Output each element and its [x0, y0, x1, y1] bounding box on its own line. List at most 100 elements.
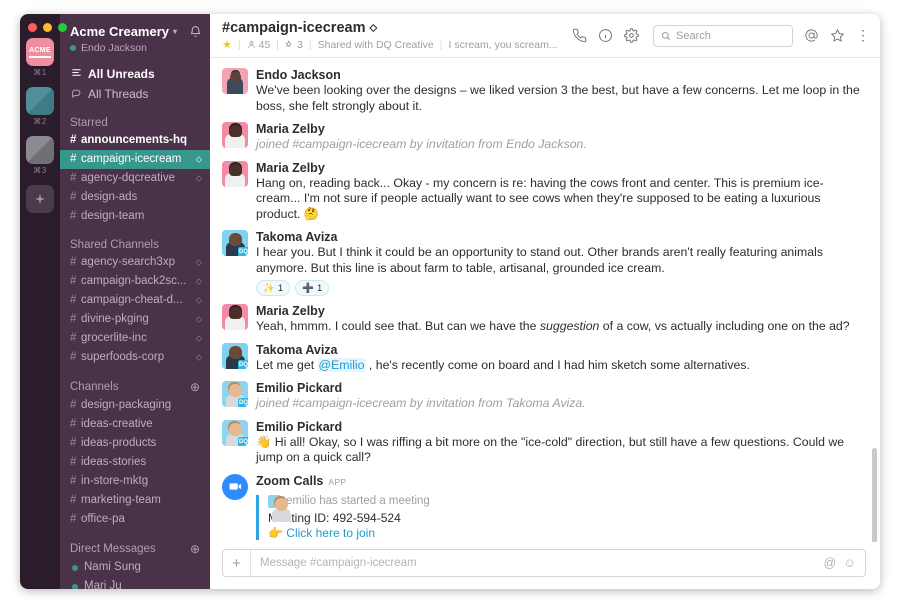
- page-title[interactable]: #campaign-icecream ⬦: [222, 20, 561, 36]
- reaction-chip[interactable]: ✨ 1: [256, 280, 291, 296]
- sidebar-channel-agency-search3xp[interactable]: # agency-search3xp ⬦: [60, 253, 210, 272]
- group-header[interactable]: Channels ⊕: [60, 380, 210, 396]
- message-author[interactable]: Emilio Pickard: [256, 420, 862, 435]
- message-author[interactable]: Endo Jackson: [256, 68, 862, 83]
- emoji-icon[interactable]: ☺: [843, 556, 856, 570]
- mentions-icon[interactable]: [804, 28, 819, 43]
- sidebar-dm-nami-sung[interactable]: Nami Sung: [60, 558, 210, 577]
- channel-name: design-packaging: [81, 399, 172, 411]
- join-meeting-link[interactable]: 👉 Click here to join: [268, 526, 862, 540]
- message-author[interactable]: Maria Zelby: [256, 122, 862, 137]
- more-options-icon[interactable]: ⋮: [856, 27, 870, 44]
- workspace-logo-3[interactable]: [26, 136, 54, 164]
- call-icon[interactable]: [572, 28, 587, 43]
- person-icon: [247, 40, 255, 48]
- team-header[interactable]: Acme Creamery ▾ Endo Jackson: [60, 20, 210, 54]
- workspace-logo-2[interactable]: [26, 87, 54, 115]
- message-author[interactable]: Zoom Calls APP: [256, 474, 862, 490]
- sidebar-channel-campaign-cheat-d[interactable]: # campaign-cheat-d... ⬦: [60, 291, 210, 310]
- message-input[interactable]: Message #campaign-icecream: [251, 557, 824, 569]
- starred-items-icon[interactable]: [830, 28, 845, 43]
- avatar[interactable]: DQ: [222, 230, 248, 256]
- sidebar-channel-marketing-team[interactable]: # marketing-team: [60, 491, 210, 510]
- message-author[interactable]: Takoma Aviza: [256, 343, 862, 358]
- avatar[interactable]: DQ: [222, 342, 248, 369]
- sidebar-channel-agency-dqcreative[interactable]: # agency-dqcreative ⬦: [60, 169, 210, 188]
- reaction-chip[interactable]: ➕ 1: [295, 280, 330, 296]
- sidebar-channel-design-packaging[interactable]: # design-packaging: [60, 396, 210, 415]
- user-mention-link[interactable]: @Emilio: [317, 357, 366, 372]
- add-channel-icon[interactable]: ⊕: [190, 380, 200, 394]
- sidebar-channel-office-pa[interactable]: # office-pa: [60, 510, 210, 529]
- add-workspace-button[interactable]: +: [26, 185, 54, 213]
- group-header[interactable]: Starred: [60, 117, 210, 131]
- avatar[interactable]: DQ: [222, 419, 248, 446]
- sidebar-channel-design-team[interactable]: # design-team: [60, 207, 210, 226]
- channel-topic[interactable]: I scream, you scream...: [448, 39, 557, 51]
- message-item: DQ Emilio Pickard 👋 Hi all! Okay, so I w…: [210, 416, 880, 470]
- add-dm-icon[interactable]: ⊕: [190, 542, 200, 556]
- workspace-logo-acme[interactable]: ACME: [26, 38, 54, 66]
- sidebar-channel-superfoods-corp[interactable]: # superfoods-corp ⬦: [60, 348, 210, 367]
- maximize-window-button[interactable]: [58, 23, 67, 32]
- sidebar-item-all-unreads[interactable]: All Unreads: [60, 64, 210, 84]
- avatar[interactable]: [222, 122, 248, 148]
- message-scrollbar[interactable]: [872, 448, 877, 542]
- mention-icon[interactable]: @: [824, 556, 837, 570]
- message-author[interactable]: Maria Zelby: [256, 161, 862, 176]
- star-icon[interactable]: ★: [222, 38, 232, 51]
- info-icon[interactable]: [598, 28, 613, 43]
- join-link-label[interactable]: Click here to join: [286, 526, 375, 540]
- zoom-meeting-attachment: emilio has started a meeting Meeting ID:…: [256, 494, 862, 540]
- current-user-name: Endo Jackson: [81, 42, 147, 54]
- sidebar-item-all-threads[interactable]: All Threads: [60, 84, 210, 104]
- search-input[interactable]: Search: [653, 24, 793, 47]
- message-composer[interactable]: + Message #campaign-icecream @ ☺: [222, 549, 866, 577]
- sidebar-channel-ideas-products[interactable]: # ideas-products: [60, 434, 210, 453]
- current-user[interactable]: Endo Jackson: [70, 42, 189, 54]
- shared-channel-icon: ⬦: [195, 257, 202, 267]
- team-name-button[interactable]: Acme Creamery ▾: [70, 24, 189, 39]
- avatar[interactable]: [222, 68, 248, 94]
- sidebar-channel-design-ads[interactable]: # design-ads: [60, 188, 210, 207]
- members-count[interactable]: 45: [247, 39, 270, 51]
- presence-dot-icon: [70, 45, 76, 51]
- message-author[interactable]: Takoma Aviza: [256, 230, 862, 245]
- hash-icon: #: [70, 332, 77, 344]
- plus-icon[interactable]: +: [26, 185, 54, 213]
- channel-name: divine-pkging: [81, 313, 149, 325]
- shared-channel-icon: ⬦: [195, 295, 202, 305]
- slack-window: ACME ⌘1 ⌘2 ⌘3 + Acme Creamery ▾ Endo Jac…: [20, 14, 880, 589]
- message-author[interactable]: Emilio Pickard: [256, 381, 862, 396]
- message-author[interactable]: Maria Zelby: [256, 304, 862, 319]
- sidebar-channel-ideas-creative[interactable]: # ideas-creative: [60, 415, 210, 434]
- sidebar-dm-mari-ju[interactable]: Mari Ju: [60, 577, 210, 589]
- avatar[interactable]: [222, 304, 248, 330]
- pins-count[interactable]: 3: [285, 39, 303, 51]
- add-attachment-button[interactable]: +: [223, 550, 251, 576]
- message-item: Maria Zelby Yeah, hmmm. I could see that…: [210, 300, 880, 339]
- group-header[interactable]: Shared Channels: [60, 239, 210, 253]
- notifications-bell-icon[interactable]: [189, 25, 202, 41]
- sidebar-channel-campaign-back2sc[interactable]: # campaign-back2sc... ⬦: [60, 272, 210, 291]
- avatar[interactable]: DQ: [222, 381, 248, 407]
- avatar-zoom-app[interactable]: [222, 473, 248, 500]
- sidebar-channel-announcements-hq[interactable]: # announcements-hq: [60, 131, 210, 150]
- settings-gear-icon[interactable]: [624, 28, 639, 43]
- group-header[interactable]: Direct Messages ⊕: [60, 542, 210, 558]
- close-window-button[interactable]: [28, 23, 37, 32]
- message-text: I hear you. But I think it could be an o…: [256, 245, 823, 275]
- workspace-switcher-2[interactable]: ⌘2: [26, 87, 54, 132]
- minimize-window-button[interactable]: [43, 23, 52, 32]
- sidebar-channel-ideas-stories[interactable]: # ideas-stories: [60, 453, 210, 472]
- hash-icon: #: [70, 513, 77, 525]
- workspace-switcher-3[interactable]: ⌘3: [26, 136, 54, 181]
- sidebar-channel-divine-pkging[interactable]: # divine-pkging ⬦: [60, 310, 210, 329]
- sidebar-channel-campaign-icecream[interactable]: # campaign-icecream ⬦: [60, 150, 210, 169]
- workspace-switcher-acme[interactable]: ACME ⌘1: [26, 38, 54, 83]
- message-list[interactable]: Endo Jackson We've been looking over the…: [210, 58, 880, 542]
- sidebar-channel-grocerlite-inc[interactable]: # grocerlite-inc ⬦: [60, 329, 210, 348]
- sidebar-channel-in-store-mktg[interactable]: # in-store-mktg: [60, 472, 210, 491]
- channel-name: agency-search3xp: [81, 256, 175, 268]
- avatar[interactable]: [222, 160, 248, 187]
